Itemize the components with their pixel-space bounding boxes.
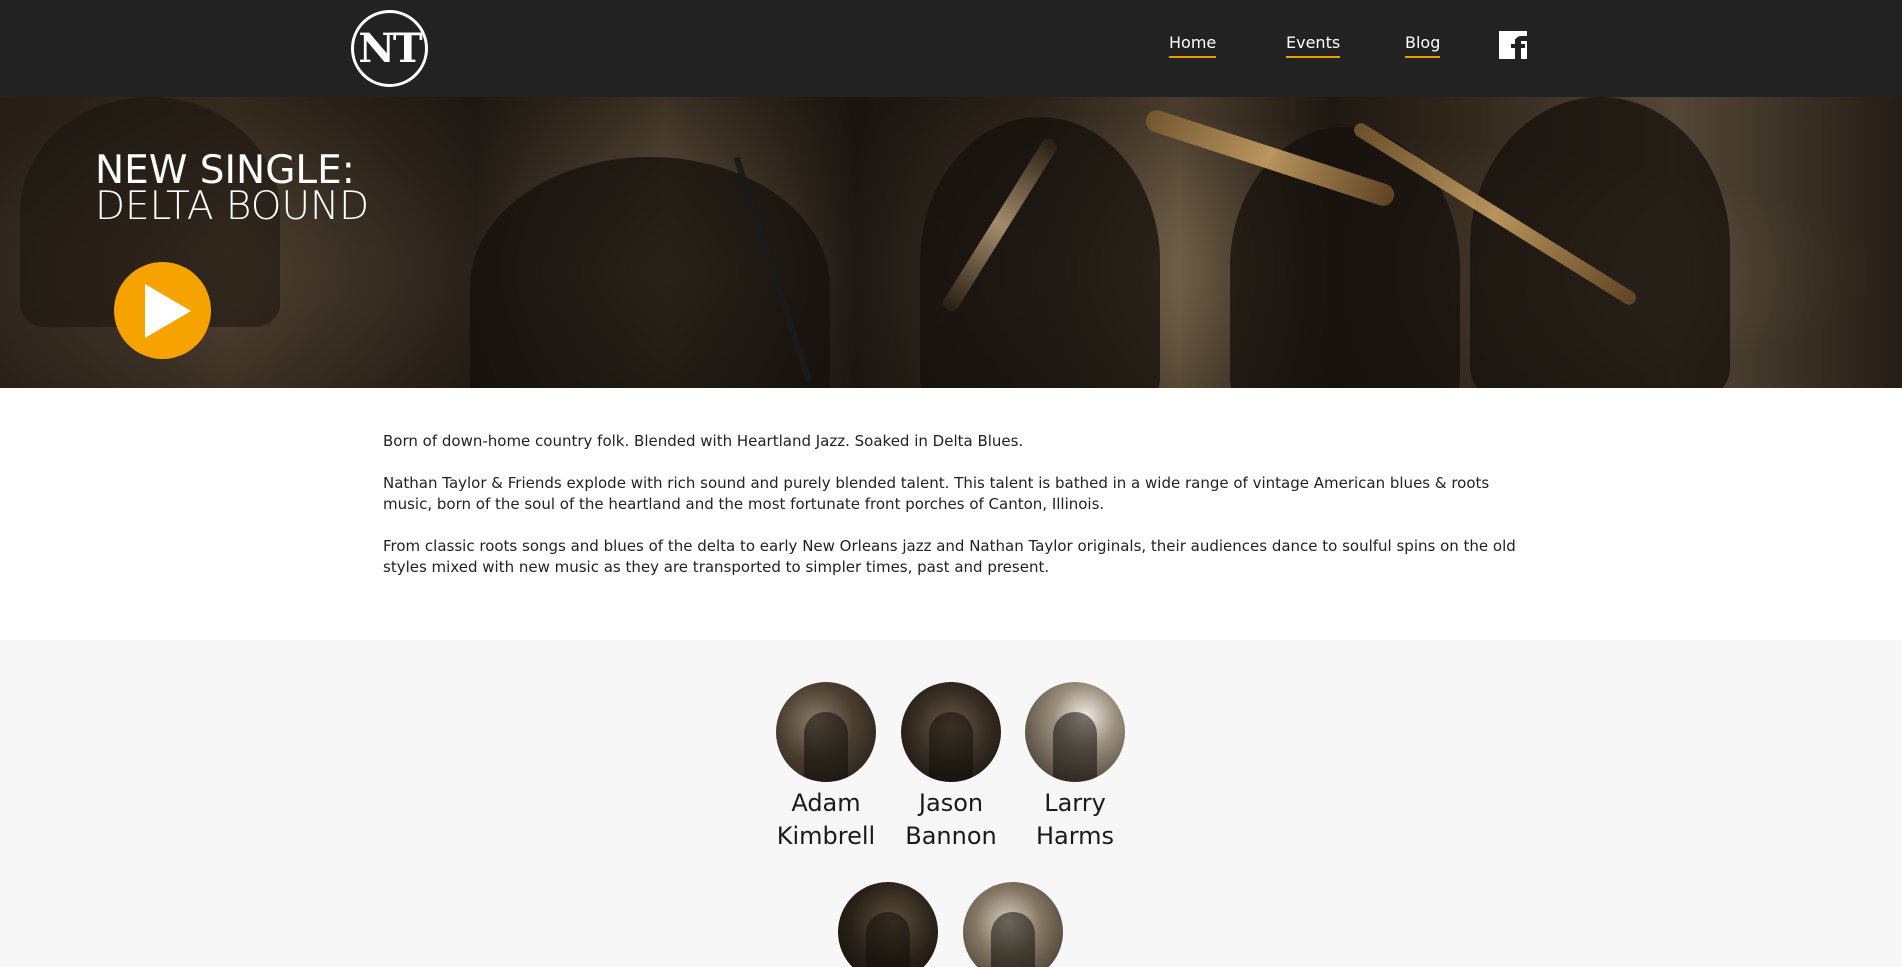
nav-blog[interactable]: Blog	[1405, 33, 1441, 58]
avatar	[1025, 682, 1125, 782]
avatar	[776, 682, 876, 782]
member-card[interactable]	[828, 882, 948, 967]
intro-paragraph: From classic roots songs and blues of th…	[383, 537, 1516, 576]
hero-banner: NEW SINGLE: DELTA BOUND	[0, 97, 1902, 388]
avatar	[963, 882, 1063, 967]
intro-paragraph: Born of down-home country folk. Blended …	[383, 432, 1024, 450]
clarinet-player-figure	[1470, 97, 1730, 388]
member-name: Larry Harms	[1035, 789, 1115, 850]
member-card[interactable]: Larry Harms	[1015, 682, 1135, 853]
member-card[interactable]: Adam Kimbrell	[766, 682, 886, 853]
nav-home[interactable]: Home	[1169, 33, 1217, 58]
intro-paragraph: Nathan Taylor & Friends explode with ric…	[383, 474, 1490, 513]
intro-text: Born of down-home country folk. Blended …	[383, 431, 1535, 599]
logo-text: NT	[358, 25, 422, 72]
nav-events[interactable]: Events	[1286, 33, 1341, 58]
avatar	[901, 682, 1001, 782]
avatar	[838, 882, 938, 967]
logo[interactable]: NT	[351, 10, 428, 87]
member-card[interactable]	[953, 882, 1073, 967]
member-name: Adam Kimbrell	[776, 789, 876, 850]
site-header: NT Home Events Blog	[0, 0, 1902, 97]
members-section: Adam Kimbrell Jason Bannon Larry Harms	[0, 640, 1902, 967]
member-card[interactable]: Jason Bannon	[891, 682, 1011, 853]
facebook-icon[interactable]	[1499, 31, 1527, 59]
hero-title-line2: DELTA BOUND	[95, 184, 370, 229]
member-name: Jason Bannon	[905, 789, 997, 850]
intro-section: Born of down-home country folk. Blended …	[0, 388, 1902, 640]
play-icon[interactable]	[114, 262, 211, 359]
hero-title: NEW SINGLE: DELTA BOUND	[95, 151, 370, 229]
